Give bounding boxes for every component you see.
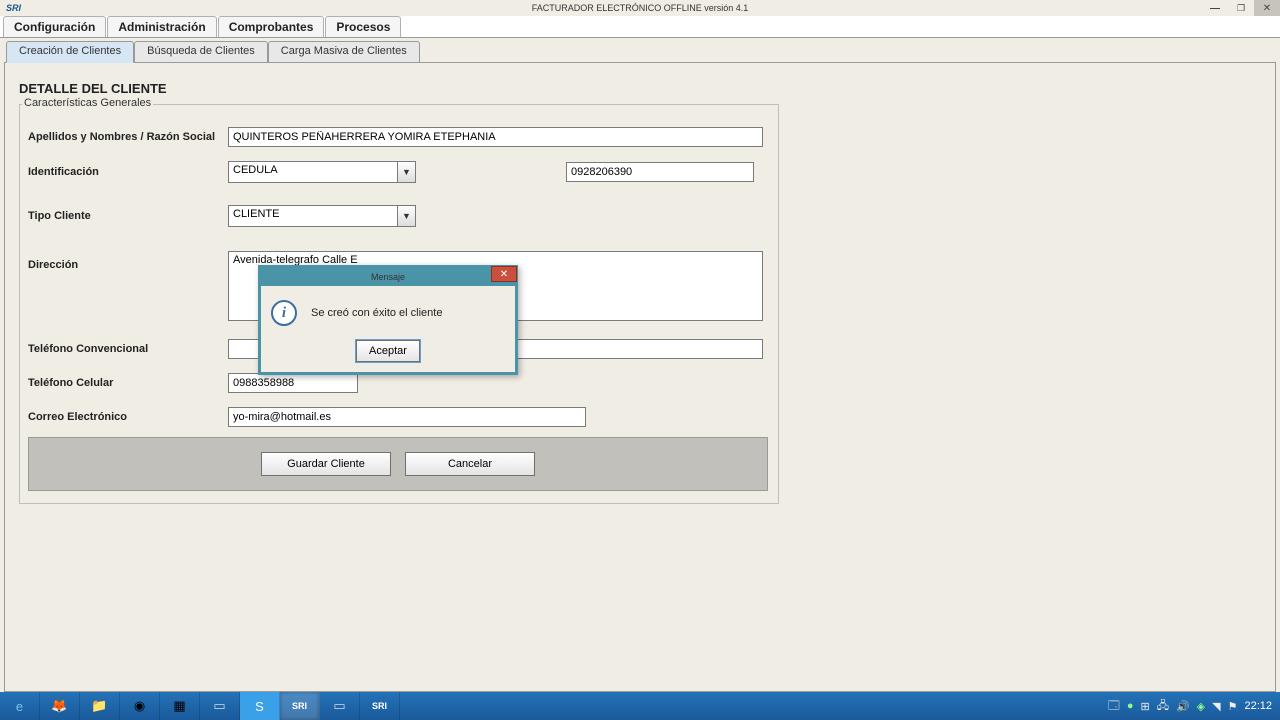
combo-identificacion-value: CEDULA [229, 162, 397, 182]
tab-carga-masiva[interactable]: Carga Masiva de Clientes [268, 41, 420, 63]
combo-tipo-value: CLIENTE [229, 206, 397, 226]
tray-volume-icon[interactable]: 🔊 [1176, 700, 1190, 713]
label-telefono-convencional: Teléfono Convencional [28, 343, 228, 355]
tray-shield-icon[interactable]: ◈ [1197, 700, 1205, 713]
app-logo: SRI [6, 3, 21, 13]
tab-creacion-clientes[interactable]: Creación de Clientes [6, 41, 134, 63]
taskbar-sri2-icon[interactable]: SRI [360, 692, 400, 720]
label-identificacion: Identificación [28, 166, 228, 178]
window-titlebar: SRI FACTURADOR ELECTRÓNICO OFFLINE versi… [0, 0, 1280, 16]
window-title: FACTURADOR ELECTRÓNICO OFFLINE versión 4… [532, 3, 749, 13]
label-correo: Correo Electrónico [28, 411, 228, 423]
page-title: DETALLE DEL CLIENTE [19, 81, 1265, 96]
menubar: Configuración Administración Comprobante… [0, 16, 1280, 38]
label-razon-social: Apellidos y Nombres / Razón Social [28, 131, 228, 143]
tray-network-icon[interactable]: 🖧 [1157, 697, 1169, 716]
fieldset-legend: Características Generales [22, 97, 153, 109]
tray-status-icon[interactable]: ● [1127, 700, 1134, 712]
taskbar-window-icon[interactable]: ▭ [200, 692, 240, 720]
input-correo[interactable] [228, 407, 586, 427]
system-tray: 🗔 ● ⊞ 🖧 🔊 ◈ ◥ ⚑ 22:12 [1108, 697, 1280, 716]
input-identificacion-numero[interactable] [566, 162, 754, 182]
tray-popup-icon[interactable]: 🗔 [1108, 697, 1120, 716]
button-bar: Guardar Cliente Cancelar [28, 437, 768, 491]
tray-ms-icon[interactable]: ⊞ [1140, 700, 1149, 713]
tabbar: Creación de Clientes Búsqueda de Cliente… [0, 41, 1280, 63]
mensaje-dialog: Mensaje ✕ i Se creó con éxito el cliente… [258, 265, 518, 375]
dialog-title: Mensaje [371, 272, 405, 282]
taskbar-sri-app-icon[interactable]: SRI [280, 692, 320, 720]
taskbar: e 🦊 📁 ◉ ▦ ▭ S SRI ▭ SRI 🗔 ● ⊞ 🖧 🔊 ◈ ◥ ⚑ … [0, 692, 1280, 720]
combo-tipo-cliente[interactable]: CLIENTE ▼ [228, 205, 416, 227]
menu-comprobantes[interactable]: Comprobantes [218, 16, 325, 37]
taskbar-skype-icon[interactable]: S [240, 692, 280, 720]
chevron-down-icon[interactable]: ▼ [397, 206, 415, 226]
tab-busqueda-clientes[interactable]: Búsqueda de Clientes [134, 41, 268, 63]
tray-misc-icon[interactable]: ◥ [1212, 700, 1220, 713]
chevron-down-icon[interactable]: ▼ [397, 162, 415, 182]
menu-procesos[interactable]: Procesos [325, 16, 401, 37]
window-close[interactable]: ✕ [1254, 0, 1280, 16]
tray-flag-icon[interactable]: ⚑ [1228, 700, 1238, 713]
cancelar-button[interactable]: Cancelar [405, 452, 535, 476]
taskbar-explorer-icon[interactable]: 📁 [80, 692, 120, 720]
window-minimize[interactable]: — [1202, 0, 1228, 16]
taskbar-clock[interactable]: 22:12 [1244, 700, 1272, 712]
dialog-close-button[interactable]: ✕ [491, 266, 517, 282]
aceptar-button[interactable]: Aceptar [356, 340, 420, 362]
main-panel: DETALLE DEL CLIENTE Características Gene… [4, 62, 1276, 692]
guardar-cliente-button[interactable]: Guardar Cliente [261, 452, 391, 476]
taskbar-app2-icon[interactable]: ▭ [320, 692, 360, 720]
window-maximize[interactable]: ❐ [1228, 0, 1254, 16]
input-telefono-celular[interactable] [228, 373, 358, 393]
taskbar-ie-icon[interactable]: e [0, 692, 40, 720]
combo-identificacion[interactable]: CEDULA ▼ [228, 161, 416, 183]
menu-administracion[interactable]: Administración [107, 16, 216, 37]
menu-configuracion[interactable]: Configuración [3, 16, 106, 37]
dialog-message: Se creó con éxito el cliente [311, 307, 442, 319]
dialog-titlebar[interactable]: Mensaje ✕ [261, 268, 515, 286]
input-razon-social[interactable] [228, 127, 763, 147]
label-tipo-cliente: Tipo Cliente [28, 210, 228, 222]
taskbar-firefox-icon[interactable]: 🦊 [40, 692, 80, 720]
taskbar-app-icon[interactable]: ▦ [160, 692, 200, 720]
label-telefono-celular: Teléfono Celular [28, 377, 228, 389]
label-direccion: Dirección [28, 251, 228, 271]
taskbar-chrome-icon[interactable]: ◉ [120, 692, 160, 720]
info-icon: i [271, 300, 297, 326]
